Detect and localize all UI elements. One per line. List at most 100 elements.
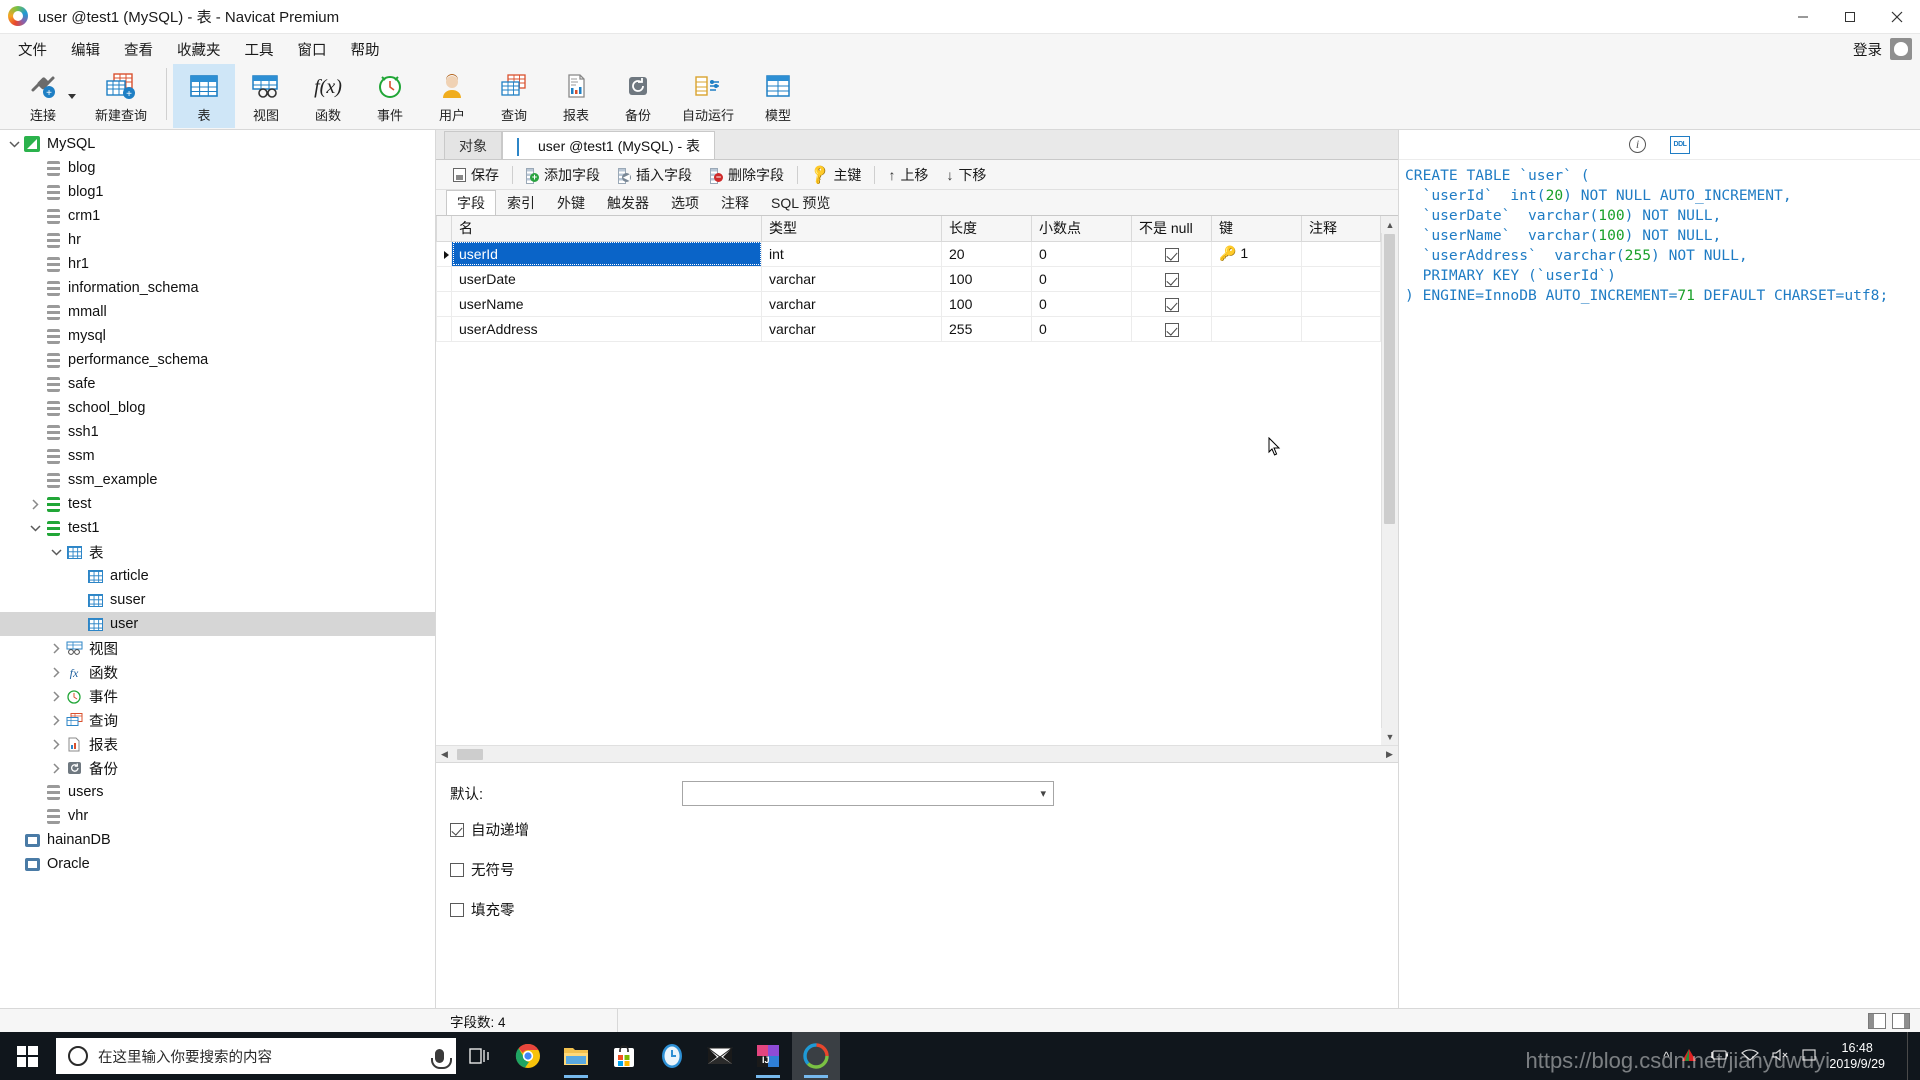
microphone-icon[interactable] [431,1049,452,1069]
default-value-select[interactable]: ▾ [682,781,1054,806]
wifi-icon[interactable] [1741,1048,1760,1065]
tree-item-mysql[interactable]: MySQL [0,132,435,156]
fields-grid[interactable]: 名类型 长度 小数点 不是 null 键注释 userId int 20 0 🔑 1 userDa… [436,216,1381,745]
chrome-icon[interactable] [504,1032,552,1080]
tree-item-test[interactable]: test [0,492,435,516]
chevron-up-icon[interactable]: ^ [1663,1049,1669,1064]
grid-row[interactable]: userId int 20 0 🔑 1 [436,241,1381,267]
scroll-left-icon[interactable]: ◀ [436,746,453,763]
scroll-right-icon[interactable]: ▶ [1381,746,1398,763]
tree-item-ssm[interactable]: ssm [0,444,435,468]
designer-tab-2[interactable]: 外键 [546,190,596,215]
toolbar-automation[interactable]: 自动运行 [669,64,747,128]
tree-item-mmall[interactable]: mmall [0,300,435,324]
auto-increment-checkbox-row[interactable]: 自动递增 [450,819,1398,840]
cell-field-key[interactable]: 🔑 1 [1211,241,1302,267]
cell-field-decimals[interactable]: 0 [1031,241,1132,267]
cell-field-type[interactable]: int [761,241,942,267]
tree-item-hr[interactable]: hr [0,228,435,252]
cell-field-name[interactable]: userId [451,241,762,267]
tree-item-school_blog[interactable]: school_blog [0,396,435,420]
cell-field-not-null[interactable] [1131,241,1212,267]
cell-field-length[interactable]: 100 [941,266,1032,292]
grid-col-header-5[interactable]: 键 [1211,216,1302,242]
tree-item-users[interactable]: users [0,780,435,804]
user-avatar-icon[interactable] [1890,38,1912,60]
tab-table-design[interactable]: user @test1 (MySQL) - 表 [502,131,716,159]
toolbar-table[interactable]: 表 [173,64,235,128]
tree-twisty-icon[interactable] [48,714,64,726]
cell-field-key[interactable] [1211,316,1302,342]
tree-twisty-icon[interactable] [27,524,43,532]
tree-twisty-icon[interactable] [48,738,64,750]
cell-field-key[interactable] [1211,291,1302,317]
grid-col-header-2[interactable]: 长度 [941,216,1032,242]
security-icon[interactable] [1681,1048,1697,1065]
tree-item-article[interactable]: article [0,564,435,588]
grid-col-header-0[interactable]: 名 [451,216,762,242]
tree-twisty-icon[interactable] [48,690,64,702]
cell-field-length[interactable]: 100 [941,291,1032,317]
grid-col-header-1[interactable]: 类型 [761,216,942,242]
tree-item-blog[interactable]: blog [0,156,435,180]
scroll-up-icon[interactable]: ▲ [1381,216,1398,233]
show-desktop-button[interactable] [1907,1032,1914,1080]
move-down-button[interactable]: ↓ 下移 [937,162,995,188]
cell-field-comment[interactable] [1301,241,1381,267]
chevron-down-icon[interactable] [68,94,76,99]
menu-edit[interactable]: 编辑 [59,35,112,64]
action-center-icon[interactable] [1801,1048,1817,1065]
add-field-button[interactable]: + 添加字段 [517,162,609,188]
designer-tab-1[interactable]: 索引 [496,190,546,215]
toolbar-view[interactable]: 视图 [235,64,297,128]
auto-increment-checkbox[interactable] [450,822,464,837]
object-tree-sidebar[interactable]: MySQL blog blog1 crm1 hr hr1 information_schem… [0,130,436,1018]
cell-field-type[interactable]: varchar [761,316,942,342]
primary-key-button[interactable]: 🔑 主键 [802,162,870,188]
tree-item-test1[interactable]: test1 [0,516,435,540]
cell-field-comment[interactable] [1301,266,1381,292]
tree-twisty-icon[interactable] [48,762,64,774]
cell-field-length[interactable]: 20 [941,241,1032,267]
tree-item-hr1[interactable]: hr1 [0,252,435,276]
minimize-icon[interactable] [1779,0,1826,34]
login-link[interactable]: 登录 [1853,39,1882,60]
tree-item-hainandb[interactable]: hainanDB [0,828,435,852]
unsigned-checkbox-row[interactable]: 无符号 [450,859,1398,880]
search-input[interactable]: 在这里输入你要搜索的内容 [98,1046,425,1067]
battery-icon[interactable] [1709,1049,1729,1064]
taskbar-clock[interactable]: 16:48 2019/9/29 [1829,1040,1895,1072]
not-null-checkbox[interactable] [1164,322,1179,337]
toolbar-function[interactable]: f(x) 函数 [297,64,359,128]
tree-twisty-icon[interactable] [48,666,64,678]
toolbar-new-query[interactable]: + 新建查询 [82,64,160,128]
cell-field-not-null[interactable] [1131,291,1212,317]
cell-field-key[interactable] [1211,266,1302,292]
navicat-icon[interactable] [792,1032,840,1080]
designer-tab-3[interactable]: 触发器 [596,190,660,215]
tree-item--[interactable]: 报表 [0,732,435,756]
volume-mute-icon[interactable] [1771,1048,1789,1065]
tree-item-user[interactable]: user [0,612,435,636]
tree-item-mysql[interactable]: mysql [0,324,435,348]
grid-col-header-3[interactable]: 小数点 [1031,216,1132,242]
toolbar-model[interactable]: 模型 [747,64,809,128]
tree-item-safe[interactable]: safe [0,372,435,396]
tree-item--[interactable]: 事件 [0,684,435,708]
toolbar-backup[interactable]: 备份 [607,64,669,128]
clock-icon[interactable] [648,1032,696,1080]
tree-item--[interactable]: 备份 [0,756,435,780]
pane-left-icon[interactable] [1868,1012,1886,1029]
maximize-icon[interactable] [1826,0,1873,34]
cell-field-not-null[interactable] [1131,316,1212,342]
pane-right-icon[interactable] [1892,1012,1910,1029]
info-icon[interactable]: i [1629,136,1646,153]
save-button[interactable]: 保存 [444,162,508,188]
microsoft-store-icon[interactable] [600,1032,648,1080]
tab-objects[interactable]: 对象 [444,131,502,159]
designer-tab-5[interactable]: 注释 [710,190,760,215]
menu-window[interactable]: 窗口 [286,35,339,64]
grid-col-header-6[interactable]: 注释 [1301,216,1381,242]
cell-field-comment[interactable] [1301,291,1381,317]
cell-field-not-null[interactable] [1131,266,1212,292]
